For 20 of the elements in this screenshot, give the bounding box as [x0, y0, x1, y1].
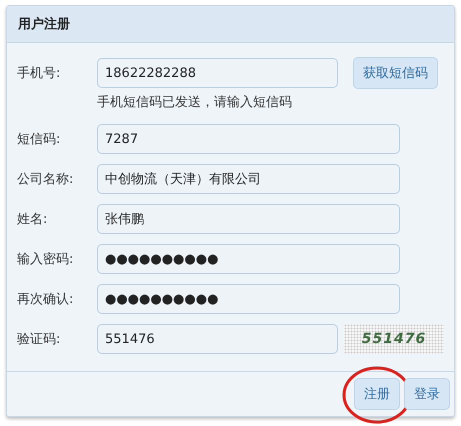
- field-label: 再次确认:: [16, 291, 74, 308]
- field-label: 输入密码:: [16, 251, 74, 268]
- field-label: 验证码:: [16, 331, 62, 348]
- field-label: 姓名:: [16, 211, 48, 228]
- input-field[interactable]: 中创物流（天津）有限公司: [97, 164, 400, 194]
- input-field[interactable]: ●●●●●●●●●●: [97, 284, 400, 314]
- get-sms-code-button[interactable]: 获取短信码: [353, 57, 438, 89]
- input-field[interactable]: ●●●●●●●●●●: [97, 244, 400, 274]
- input-field[interactable]: 18622282288: [97, 58, 338, 88]
- hint-text: 手机短信码已发送，请输入短信码: [97, 94, 293, 111]
- field-label: 手机号:: [16, 65, 62, 82]
- form-button[interactable]: 注册: [354, 378, 400, 410]
- panel-title: 用户注册: [18, 16, 70, 33]
- captcha-image[interactable]: 551476: [344, 324, 444, 354]
- input-field[interactable]: 张伟鹏: [97, 204, 400, 234]
- input-field[interactable]: 551476: [97, 324, 338, 354]
- input-field[interactable]: 7287: [97, 124, 400, 154]
- field-label: 公司名称:: [16, 171, 74, 188]
- field-label: 短信码:: [16, 131, 62, 148]
- form-button[interactable]: 登录: [404, 378, 450, 410]
